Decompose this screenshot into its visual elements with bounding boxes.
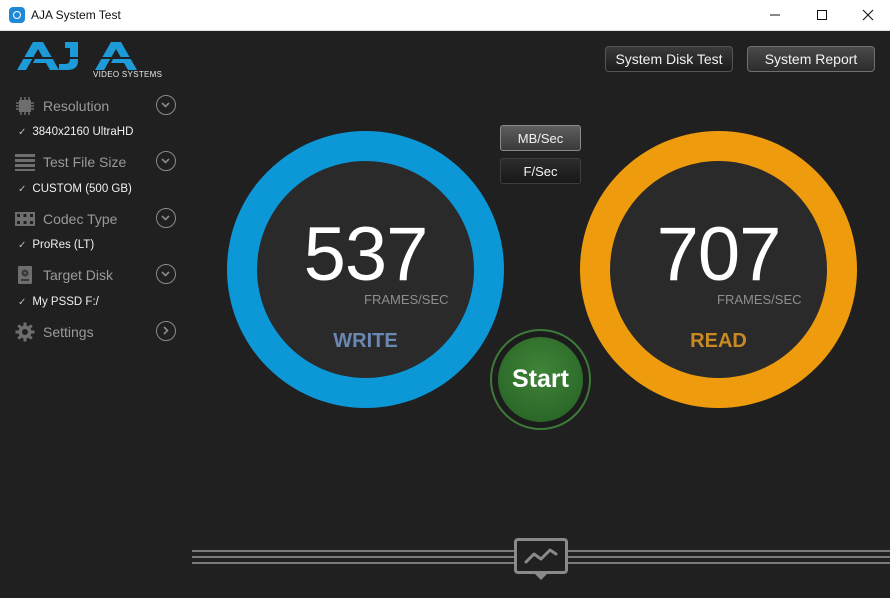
- graph-pointer: [535, 574, 547, 580]
- system-disk-test-button[interactable]: System Disk Test: [605, 46, 733, 72]
- mb-sec-button[interactable]: MB/Sec: [500, 125, 581, 151]
- sidebar-item-codec-type[interactable]: Codec Type: [14, 207, 180, 231]
- write-label: WRITE: [333, 330, 398, 352]
- sidebar-item-label: Settings: [43, 324, 94, 340]
- check-icon: ✓: [18, 127, 27, 138]
- disk-icon: [14, 265, 36, 285]
- sidebar-item-label: Target Disk: [43, 267, 114, 283]
- chevron-right-icon[interactable]: [156, 321, 176, 341]
- test-file-size-value-text: CUSTOM (500 GB): [32, 183, 132, 195]
- sidebar-item-test-file-size[interactable]: Test File Size: [14, 150, 180, 174]
- read-unit: FRAMES/SEC: [717, 292, 802, 307]
- chevron-down-icon[interactable]: [156, 208, 176, 228]
- read-label: READ: [690, 330, 747, 352]
- target-disk-value: ✓ My PSSD F:/: [18, 296, 99, 308]
- sidebar-item-label: Codec Type: [43, 211, 118, 227]
- chevron-down-icon[interactable]: [156, 264, 176, 284]
- sidebar-item-settings[interactable]: Settings: [14, 320, 180, 344]
- graph-icon: [524, 548, 558, 564]
- write-gauge-face: 537 FRAMES/SEC WRITE: [257, 161, 474, 378]
- check-icon: ✓: [18, 297, 27, 308]
- write-gauge: 537 FRAMES/SEC WRITE: [227, 131, 504, 408]
- chevron-down-icon[interactable]: [156, 151, 176, 171]
- minimize-icon: [770, 14, 780, 16]
- sidebar-item-label: Test File Size: [43, 154, 127, 170]
- resolution-value-text: 3840x2160 UltraHD: [32, 126, 134, 138]
- test-file-size-value: ✓ CUSTOM (500 GB): [18, 183, 132, 195]
- resolution-value: ✓ 3840x2160 UltraHD: [18, 126, 133, 138]
- film-icon: [14, 209, 36, 229]
- window-title: AJA System Test: [31, 8, 121, 22]
- minimize-button[interactable]: [752, 0, 798, 30]
- read-gauge: 707 FRAMES/SEC READ: [580, 131, 857, 408]
- target-disk-value-text: My PSSD F:/: [32, 296, 99, 308]
- f-sec-button[interactable]: F/Sec: [500, 158, 581, 184]
- app-body: VIDEO SYSTEMS Resolution ✓ 3840x2160 Ultr…: [0, 31, 890, 598]
- logo-subtitle: VIDEO SYSTEMS: [93, 70, 163, 79]
- read-value: 707: [656, 212, 782, 297]
- sidebar-item-label: Resolution: [43, 98, 110, 114]
- codec-type-value: ✓ ProRes (LT): [18, 239, 94, 251]
- write-unit: FRAMES/SEC: [364, 292, 449, 307]
- write-value: 537: [303, 212, 429, 297]
- chip-icon: [14, 96, 36, 116]
- maximize-icon: [817, 10, 827, 20]
- start-button-ring: Start: [490, 329, 591, 430]
- maximize-button[interactable]: [799, 0, 845, 30]
- sidebar-item-target-disk[interactable]: Target Disk: [14, 263, 180, 287]
- chevron-down-icon[interactable]: [156, 95, 176, 115]
- check-icon: ✓: [18, 240, 27, 251]
- check-icon: ✓: [18, 184, 27, 195]
- app-icon: [9, 7, 25, 23]
- read-gauge-face: 707 FRAMES/SEC READ: [610, 161, 827, 378]
- codec-type-value-text: ProRes (LT): [32, 239, 95, 251]
- gear-icon: [14, 322, 36, 342]
- close-icon: [862, 9, 874, 21]
- start-button[interactable]: Start: [498, 337, 583, 422]
- title-bar: AJA System Test: [0, 0, 890, 31]
- system-report-button[interactable]: System Report: [747, 46, 875, 72]
- graph-button[interactable]: [514, 538, 568, 574]
- stack-icon: [14, 152, 36, 172]
- close-button[interactable]: [845, 0, 890, 30]
- sidebar-item-resolution[interactable]: Resolution: [14, 94, 180, 118]
